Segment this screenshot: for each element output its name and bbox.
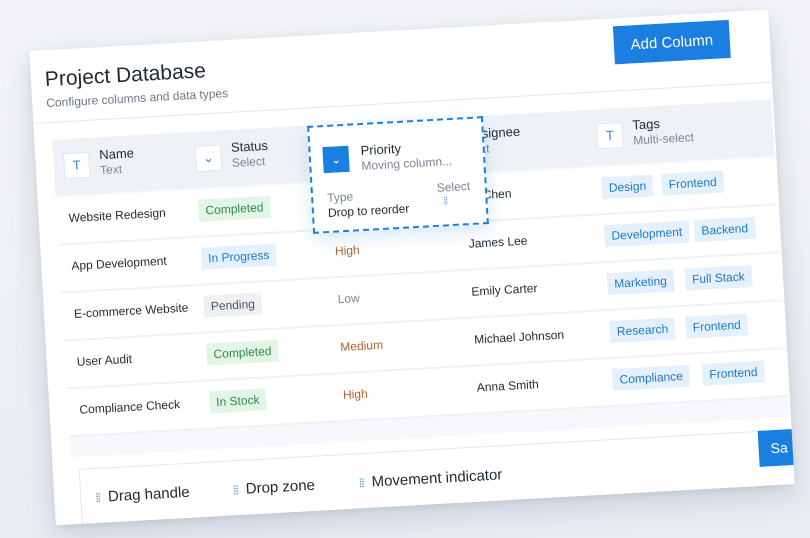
text-icon: T: [596, 122, 624, 150]
column-header-tags[interactable]: T Tags Multi-select: [596, 111, 748, 157]
tag-chip[interactable]: Frontend: [661, 170, 725, 196]
cell-assignee: Emily Carter: [471, 281, 538, 299]
chevron-down-icon: ⌄: [194, 144, 223, 172]
column-type: Multi-select: [632, 130, 695, 148]
legend-label: Drag handle: [107, 483, 191, 506]
add-column-button[interactable]: Add Column: [612, 19, 731, 65]
tag-chip[interactable]: Design: [601, 174, 654, 200]
status-badge: Completed: [197, 195, 272, 222]
canvas-background: Project Database Configure columns and d…: [0, 0, 810, 538]
cell-assignee: Anna Smith: [476, 377, 540, 395]
grip-dots-icon: ⁞⁞: [232, 483, 239, 498]
legend-drop-zone: ⁞⁞ Drop zone: [233, 477, 316, 499]
cell-name: Compliance Check: [79, 397, 181, 417]
status-badge: In Progress: [200, 243, 278, 270]
column-name: Status: [230, 137, 269, 155]
legend-label: Drop zone: [245, 476, 316, 498]
chevron-down-icon: ⌄: [322, 145, 350, 174]
column-header-status[interactable]: ⌄ Status Select: [194, 135, 317, 180]
cell-assignee: James Lee: [468, 233, 528, 251]
type-label: Type: [326, 189, 354, 205]
cell-name: App Development: [70, 253, 168, 274]
priority-value: High: [342, 386, 369, 403]
tag-chip[interactable]: Research: [609, 317, 676, 344]
cell-name: Website Redesign: [68, 205, 167, 226]
tag-chip[interactable]: Compliance: [611, 364, 691, 391]
page-title: Project Database: [44, 59, 207, 92]
tag-chip[interactable]: Backend: [693, 216, 756, 243]
grip-dots-icon: ⁞⁞: [94, 490, 101, 506]
project-database-panel: Project Database Configure columns and d…: [29, 9, 795, 526]
legend-label: Movement indicator: [371, 466, 503, 491]
save-button[interactable]: Sa: [757, 427, 795, 467]
type-value: Select: [436, 179, 471, 195]
cell-name: E-commerce Website: [73, 300, 189, 321]
tag-chip[interactable]: Full Stack: [684, 265, 753, 291]
dragged-column-name: Priority: [360, 140, 402, 159]
cell-assignee: Michael Johnson: [473, 327, 565, 347]
status-badge: In Stock: [208, 388, 268, 414]
column-type: Select: [231, 154, 266, 170]
grip-dots-icon: ⁞⁞: [358, 476, 365, 491]
priority-value: High: [334, 242, 361, 259]
column-name: Tags: [631, 115, 661, 133]
priority-value: Medium: [339, 337, 384, 355]
cell-name: User Audit: [76, 351, 133, 369]
column-name: Name: [98, 145, 135, 163]
column-header-name[interactable]: T Name Text: [63, 143, 185, 188]
column-type: Text: [99, 162, 123, 178]
tag-chip[interactable]: Frontend: [701, 360, 765, 386]
legend-drag-handle: ⁞⁞ Drag handle: [95, 484, 190, 506]
priority-value: Low: [337, 290, 361, 307]
tag-chip[interactable]: Development: [603, 220, 690, 248]
dragged-column-priority[interactable]: ⌄ Priority Moving column... Type Drop to…: [307, 116, 489, 234]
text-icon: T: [63, 151, 91, 180]
tag-chip[interactable]: Marketing: [606, 269, 675, 296]
legend-movement-indicator: ⁞⁞ Movement indicator: [358, 466, 503, 491]
status-badge: Pending: [203, 292, 263, 318]
status-badge: Completed: [205, 339, 280, 366]
tag-chip[interactable]: Frontend: [685, 313, 749, 339]
drag-handle-icon[interactable]: ⁞⁞: [443, 196, 447, 207]
